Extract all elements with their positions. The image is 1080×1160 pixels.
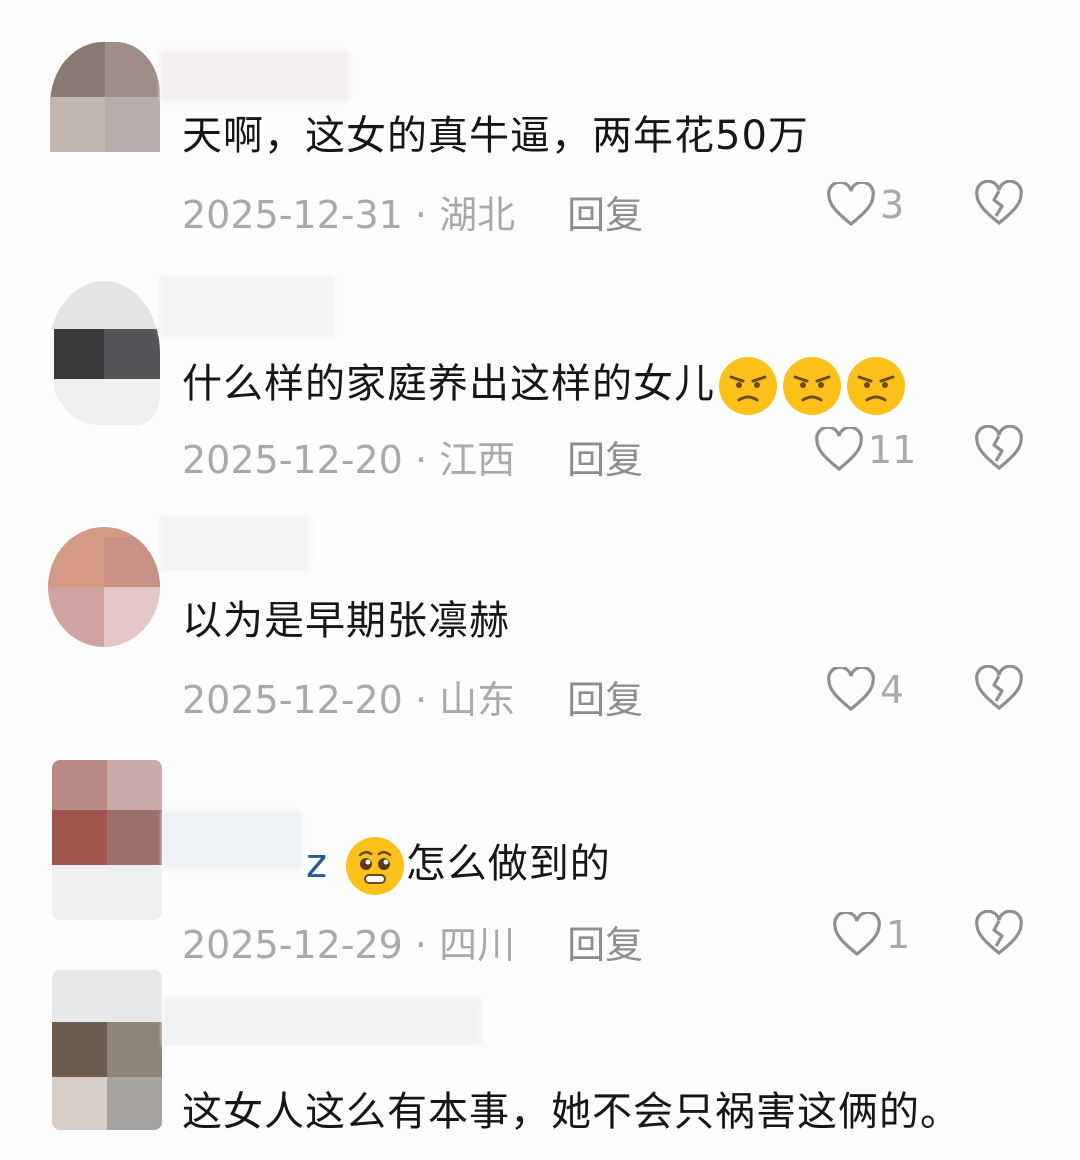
reply-button[interactable]: 回复 [567, 678, 643, 722]
broken-heart-icon [975, 664, 1023, 711]
comment-item: 这女人这么有本事，她不会只祸害这俩的。 [0, 970, 1080, 1160]
username[interactable] [162, 998, 482, 1046]
avatar[interactable] [50, 42, 160, 172]
like-count: 1 [886, 913, 911, 957]
comment-meta: 2025-12-20 · 江西 回复 [182, 429, 643, 484]
comment-text: 以为是早期张凛赫 [182, 598, 510, 644]
comment-text: z 怎么做到的 [306, 835, 611, 897]
comment-location: 山东 [439, 678, 516, 722]
like-button[interactable]: 11 [814, 427, 916, 473]
dislike-button[interactable] [974, 424, 1024, 477]
like-count: 11 [868, 428, 917, 472]
dislike-button[interactable] [974, 664, 1024, 717]
pleading-emoji-icon [345, 837, 404, 895]
avatar[interactable] [48, 527, 160, 647]
reply-button[interactable]: 回复 [567, 193, 643, 237]
username[interactable] [162, 810, 302, 870]
grimace-emoji-icon [847, 357, 905, 415]
broken-heart-icon [975, 909, 1023, 956]
comment-date: 2025-12-29 [182, 923, 403, 967]
comment-item: z 怎么做到的 2025-12-29 · 四川 回复 1 [0, 760, 1080, 1000]
like-count: 4 [880, 668, 905, 712]
avatar[interactable] [52, 760, 162, 920]
meta-separator: · [402, 678, 440, 722]
comment-meta: 2025-12-20 · 山东 回复 [182, 669, 643, 724]
dislike-button[interactable] [974, 909, 1024, 962]
like-button[interactable]: 4 [826, 667, 904, 713]
meta-separator: · [402, 438, 440, 482]
comment-text: 天啊，这女的真牛逼，两年花50万 [182, 113, 809, 159]
comment-date: 2025-12-31 [182, 193, 403, 237]
avatar[interactable] [48, 281, 160, 425]
comment-text-content: 什么样的家庭养出这样的女儿 [182, 361, 715, 407]
comment-text: 什么样的家庭养出这样的女儿 [182, 355, 907, 417]
comment-item: 以为是早期张凛赫 2025-12-20 · 山东 回复 4 [0, 515, 1080, 755]
username[interactable] [160, 50, 350, 102]
comment-item: 什么样的家庭养出这样的女儿 2025-12-20 · 江西 回复 11 [0, 275, 1080, 515]
avatar[interactable] [52, 970, 162, 1130]
comment-location: 湖北 [439, 193, 516, 237]
reply-button[interactable]: 回复 [567, 438, 643, 482]
meta-separator: · [402, 923, 440, 967]
heart-outline-icon [833, 912, 881, 957]
username[interactable] [160, 275, 335, 337]
heart-outline-icon [815, 427, 863, 472]
like-button[interactable]: 3 [826, 182, 904, 228]
comment-text: 这女人这么有本事，她不会只祸害这俩的。 [182, 1089, 961, 1135]
grimace-emoji-icon [783, 357, 841, 415]
like-button[interactable]: 1 [832, 912, 910, 958]
comment-text-content: 怎么做到的 [405, 841, 611, 887]
heart-outline-icon [827, 182, 875, 227]
meta-separator: · [402, 193, 440, 237]
broken-heart-icon [975, 179, 1023, 226]
comment-date: 2025-12-20 [182, 438, 403, 482]
grimace-emoji-icon [719, 357, 777, 415]
like-count: 3 [880, 183, 905, 227]
comment-meta: 2025-12-29 · 四川 回复 [182, 914, 643, 969]
comment-location: 四川 [439, 923, 516, 967]
comment-item: 天啊，这女的真牛逼，两年花50万 2025-12-31 · 湖北 回复 3 [0, 30, 1080, 270]
mention-nickname[interactable]: z [306, 841, 328, 887]
dislike-button[interactable] [974, 179, 1024, 232]
comment-date: 2025-12-20 [182, 678, 403, 722]
comment-location: 江西 [439, 438, 516, 482]
comment-meta: 2025-12-31 · 湖北 回复 [182, 184, 643, 239]
username[interactable] [160, 515, 310, 571]
heart-outline-icon [827, 667, 875, 712]
reply-button[interactable]: 回复 [567, 923, 643, 967]
broken-heart-icon [975, 424, 1023, 471]
